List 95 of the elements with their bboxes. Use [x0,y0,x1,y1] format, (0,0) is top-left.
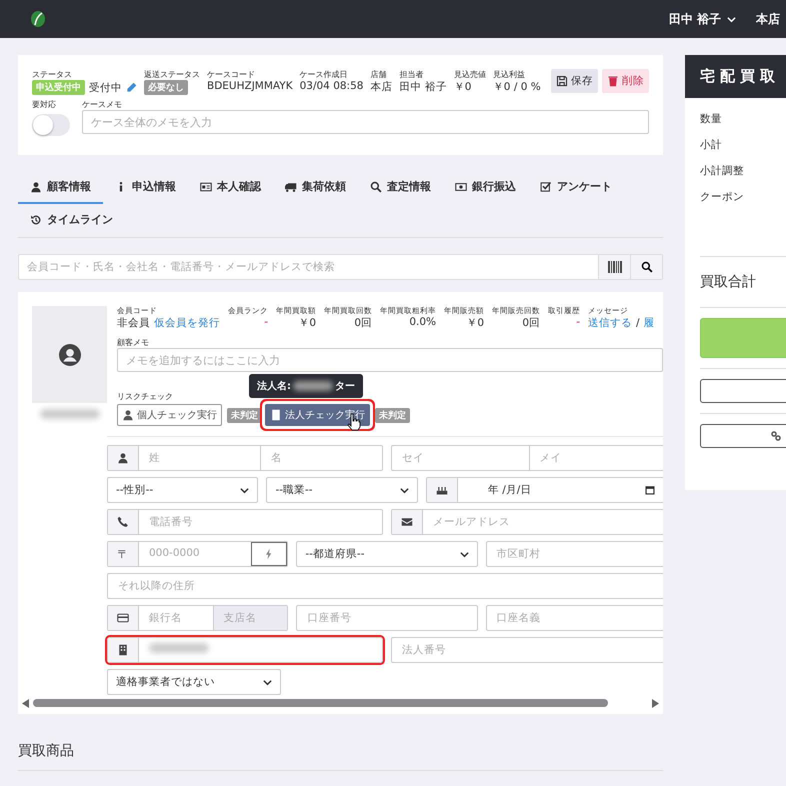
field-value: 田中 裕子 [399,80,447,94]
stat-value: 0回 [522,316,540,330]
stat-value: 0回 [354,316,372,330]
blurred-text [40,409,100,419]
scroll-right-icon[interactable] [652,698,659,708]
link[interactable]: 履 [644,316,655,330]
panel-title: 宅配買取 [685,55,786,98]
tab[interactable]: 顧客情報 [18,171,103,204]
stat-value: - [264,316,268,328]
field-label: 返送ステータス [144,69,200,80]
summary-label: 小計調整 [700,164,745,178]
input-field[interactable]: 法人番号 [392,638,663,662]
stat-value: - [576,316,580,328]
chevron-down-icon [460,550,469,558]
scrollbar-thumb[interactable] [33,699,608,707]
field-label: 店舗 [370,69,388,80]
field-label: 見込利益 [492,69,526,80]
tab[interactable]: 査定情報 [358,171,443,204]
chevron-down-icon [400,486,409,494]
user-icon [122,409,134,421]
store-name[interactable]: 本店 [756,10,786,28]
check-button[interactable]: 個人チェック実行 [117,404,222,426]
user-name[interactable]: 田中 裕子 [668,10,721,28]
id-card-icon [200,180,212,192]
stat-value: ￥0 [466,316,484,330]
field-value: ￥0 [454,80,472,94]
user-avatar-icon [58,344,80,366]
field-label: ステータス [32,69,73,80]
tab[interactable]: 集荷依頼 [273,171,358,204]
chevron-down-icon [262,678,272,686]
stat-value: 非会員 [117,316,150,330]
summary-label: 小計 [700,138,723,152]
truck-icon [285,180,297,192]
input-field[interactable]: 市区町村 [486,542,663,566]
field-label: ケース作成日 [300,69,349,80]
tab[interactable]: 銀行振込 [443,171,528,204]
memo-field[interactable]: ケース全体のメモを入力 [82,110,649,134]
company-name-field[interactable] [107,637,383,663]
input-field[interactable]: それ以降の住所 [108,574,663,598]
customer-memo-field[interactable]: メモを追加するにはここに入力 [117,348,663,372]
trash-icon [607,75,619,87]
search-icon [370,180,382,192]
pencil-icon[interactable] [126,82,137,93]
link[interactable]: 仮会員を発行 [154,316,220,330]
stat-value: 0.0% [409,316,436,328]
input-field[interactable]: 口座番号 [297,606,477,630]
memo-label: 顧客メモ [117,338,149,347]
field-value: 本店 [370,80,392,94]
checkbox-icon [540,180,552,192]
field-label: ケースコード [207,69,256,80]
result-badge: 未判定 [227,408,262,422]
link-icon [771,431,781,441]
summary-label: クーポン [700,190,745,204]
result-badge: 未判定 [375,408,410,422]
status-text: 受付中 [89,80,122,94]
select-field[interactable]: 適格事業者ではない [107,669,281,695]
tab[interactable]: アンケート [528,171,624,204]
input-field[interactable]: 口座名義 [486,606,663,630]
toggle-label: 要対応 [32,99,57,110]
field-label: 見込売値 [454,69,486,80]
field-value: 03/04 08:58 [300,80,364,92]
tooltip: 法人名: ター [249,374,363,398]
tab[interactable]: タイムライン [18,204,125,237]
separator: / [636,317,640,329]
toggle-switch[interactable] [32,114,70,136]
field-label: 担当者 [399,69,424,80]
user-icon [30,180,42,192]
section-title: 買取商品 [18,714,663,771]
history-icon [30,214,42,226]
blurred-text [293,381,333,391]
save-button[interactable]: 保存 [551,69,598,93]
select-field[interactable]: --職業-- [266,477,418,503]
field-value: ￥0 / 0 % [492,80,541,94]
select-field[interactable]: --都道府県-- [296,541,478,567]
outline-button[interactable] [700,379,786,403]
total-label: 買取合計 [699,273,757,292]
banknote-icon [455,180,467,192]
chevron-down-icon [240,486,250,494]
link[interactable]: 送信する [588,316,632,330]
stat-value: ￥0 [298,316,316,330]
tab[interactable]: 本人確認 [188,171,273,204]
return-status-badge: 必要なし [144,80,188,95]
memo-label: ケースメモ [82,99,123,110]
blurred-text [149,643,209,653]
field-value: BDEUHZJMMAYK [207,80,293,92]
summary-label: 数量 [700,112,723,126]
tab[interactable]: 申込情報 [103,171,188,204]
leaf-logo-icon[interactable] [30,10,46,28]
select-field[interactable]: --性別-- [107,477,258,503]
status-badge: 申込受付中 [32,80,85,95]
link-button[interactable] [700,424,786,448]
delete-button[interactable]: 削除 [602,69,649,93]
risk-check-label: リスクチェック [117,392,173,401]
chevron-down-icon [727,14,736,24]
scroll-left-icon[interactable] [22,698,29,708]
